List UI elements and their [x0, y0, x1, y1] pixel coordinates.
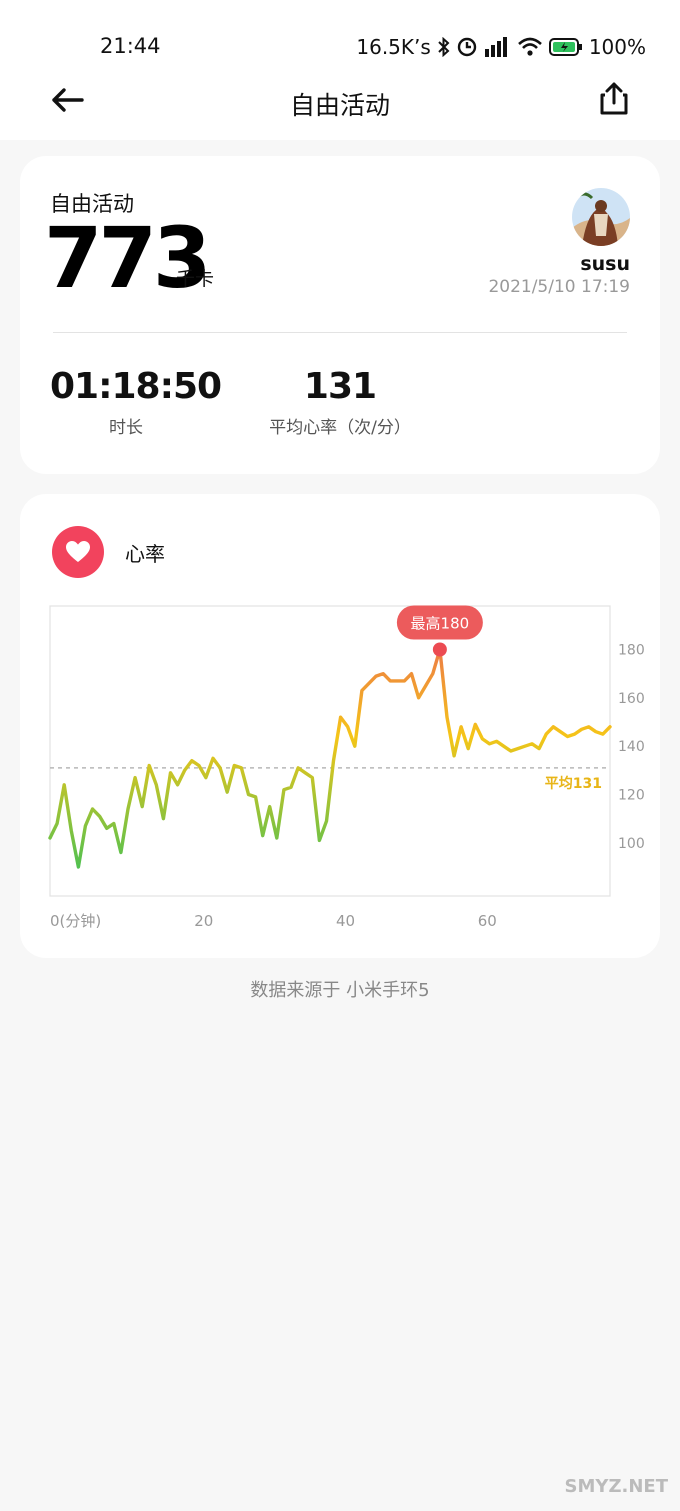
heart-rate-chart: 100 120 140 160 180 0(分钟) 20 40 60 平均131 最高180 [48, 605, 645, 930]
x-tick-label: 60 [478, 912, 497, 930]
net-speed: 16.5K’s [356, 35, 431, 59]
data-source-note: 数据来源于 小米手环5 [250, 980, 430, 1001]
x-tick-label: 40 [336, 912, 355, 930]
calories-unit: 千卡 [176, 268, 215, 290]
bluetooth-icon [437, 37, 451, 57]
x-tick-label: 20 [194, 912, 213, 930]
avg-hr-stat: 131 平均心率（次/分） [260, 366, 420, 438]
y-tick-label: 140 [618, 739, 645, 755]
status-bar: 21:44 16.5K’s 100% [0, 0, 680, 80]
y-tick-label: 180 [618, 643, 645, 659]
max-badge: 最高180 [396, 605, 483, 640]
heart-rate-line [48, 647, 612, 869]
battery-icon [548, 37, 583, 57]
plot-frame [49, 605, 611, 897]
share-icon [600, 82, 628, 115]
nav-bar: 自由活动 [0, 70, 680, 140]
x-tick-label: 0(分钟) [50, 912, 101, 930]
y-tick-label: 160 [618, 691, 645, 707]
duration-label: 时长 [109, 418, 143, 438]
max-label: 最高180 [411, 615, 470, 633]
divider [53, 332, 627, 333]
duration-stat: 01:18:50 时长 [50, 366, 222, 438]
wifi-icon [517, 37, 543, 57]
status-right: 16.5K’s 100% [356, 34, 646, 60]
alarm-icon [457, 37, 477, 57]
max-point [432, 642, 447, 657]
avg-hr-value: 131 [303, 366, 377, 407]
status-time: 21:44 [100, 34, 161, 58]
username: susu [580, 253, 630, 275]
y-tick-label: 120 [618, 788, 645, 804]
watermark: SMYZ.NET [564, 1476, 668, 1497]
heart-rate-card: 心率 100 120 140 160 180 0(分钟) 20 40 60 平均131 最高1… [20, 494, 660, 958]
avatar[interactable] [572, 188, 630, 246]
activity-datetime: 2021/5/10 17:19 [488, 277, 630, 297]
share-button[interactable] [594, 78, 634, 118]
summary-card: 自由活动 773 千卡 susu 2021/5/10 17:19 01:18:5… [20, 156, 660, 474]
y-tick-label: 100 [618, 836, 645, 852]
signal-icon [483, 37, 511, 57]
battery-level: 100% [588, 35, 646, 59]
average-label: 平均131 [545, 775, 602, 792]
page-title: 自由活动 [289, 91, 390, 120]
duration-value: 01:18:50 [50, 366, 222, 407]
avg-hr-label: 平均心率（次/分） [269, 418, 411, 438]
